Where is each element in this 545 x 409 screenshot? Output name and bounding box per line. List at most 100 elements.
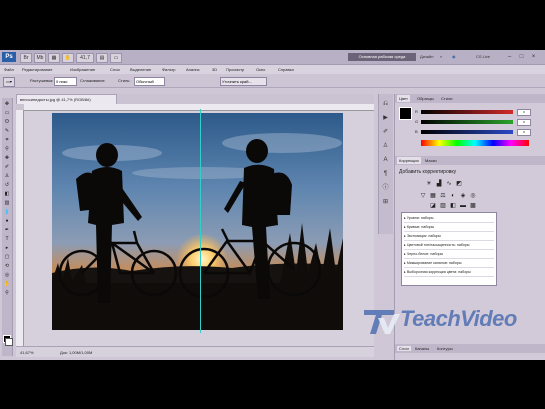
arrange-documents-button[interactable]: ▤ bbox=[96, 53, 108, 63]
3d-rotate-tool-icon[interactable]: ⟲ bbox=[3, 263, 11, 269]
preset-item[interactable]: Уровни: наборы bbox=[404, 215, 494, 223]
paragraph-panel-icon[interactable]: ¶ bbox=[381, 170, 390, 178]
horizontal-ruler[interactable] bbox=[24, 104, 374, 111]
clone-source-panel-icon[interactable]: ♙ bbox=[381, 142, 390, 150]
blur-tool-icon[interactable]: 💧 bbox=[3, 209, 11, 215]
brightness-contrast-icon[interactable]: ☀ bbox=[425, 180, 433, 188]
hand-tool-button[interactable]: ✋ bbox=[62, 53, 74, 63]
exposure-icon[interactable]: ◩ bbox=[455, 180, 463, 188]
menu-3d[interactable]: 3D bbox=[212, 67, 217, 72]
menu-image[interactable]: Изображение bbox=[70, 67, 95, 72]
actions-panel-icon[interactable]: ▶ bbox=[381, 114, 390, 122]
quick-select-tool-icon[interactable]: ✎ bbox=[3, 128, 11, 134]
slider-b-value[interactable]: 0 bbox=[517, 129, 531, 136]
crop-tool-icon[interactable]: ⌗ bbox=[3, 137, 11, 143]
marquee-tool-icon[interactable]: ▭ bbox=[3, 110, 11, 116]
mini-bridge-button[interactable]: Mb bbox=[34, 53, 46, 63]
photo-filter-icon[interactable]: ◈ bbox=[459, 192, 467, 200]
type-tool-icon[interactable]: T bbox=[3, 236, 11, 242]
tab-adjustments[interactable]: Коррекция bbox=[397, 157, 421, 164]
workspace-essentials-button[interactable]: Основная рабочая среда bbox=[348, 53, 416, 61]
path-select-tool-icon[interactable]: ▸ bbox=[3, 245, 11, 251]
history-panel-icon[interactable]: ⎌ bbox=[381, 100, 390, 108]
color-balance-icon[interactable]: ⚖ bbox=[439, 192, 447, 200]
eraser-tool-icon[interactable]: ◧ bbox=[3, 191, 11, 197]
view-extras-button[interactable]: ▦ bbox=[48, 53, 60, 63]
tab-channels[interactable]: Каналы bbox=[413, 346, 431, 351]
tool-preset-picker[interactable]: ▭▾ bbox=[3, 77, 15, 87]
3d-camera-tool-icon[interactable]: ◎ bbox=[3, 272, 11, 278]
workspace-more-button[interactable]: » bbox=[440, 53, 442, 61]
color-panel-foreground-swatch[interactable] bbox=[399, 107, 412, 120]
threshold-icon[interactable]: ◧ bbox=[449, 202, 457, 210]
bicycle-silhouette-photo[interactable] bbox=[52, 113, 343, 330]
tab-swatches[interactable]: Образцы bbox=[415, 96, 436, 101]
document-tab[interactable]: велосипедисты.jpg @ 41,7% (RGB/8#) bbox=[16, 94, 117, 104]
gradient-map-icon[interactable]: ▬ bbox=[459, 202, 467, 210]
move-tool-icon[interactable]: ✥ bbox=[3, 101, 11, 107]
status-document-size[interactable]: Док: 1,00М/1,00М bbox=[60, 350, 92, 355]
hue-saturation-icon[interactable]: ▦ bbox=[429, 192, 437, 200]
screen-mode-button[interactable]: ▭ bbox=[110, 53, 122, 63]
vertical-ruler[interactable] bbox=[16, 110, 24, 346]
character-panel-icon[interactable]: A bbox=[381, 156, 390, 164]
menu-file[interactable]: Файл bbox=[4, 67, 14, 72]
slider-g-value[interactable]: 0 bbox=[517, 119, 531, 126]
antialias-checkbox[interactable]: Сглаживание bbox=[80, 78, 105, 83]
canvas-area[interactable] bbox=[24, 109, 374, 346]
slider-b[interactable] bbox=[421, 130, 513, 134]
maximize-icon[interactable]: □ bbox=[517, 53, 526, 61]
slider-r[interactable] bbox=[421, 110, 513, 114]
menu-view[interactable]: Просмотр bbox=[226, 67, 244, 72]
brush-panel-icon[interactable]: ✐ bbox=[381, 128, 390, 136]
zoom-level-display[interactable]: 41,7 bbox=[76, 53, 94, 63]
close-icon[interactable]: × bbox=[529, 53, 538, 61]
menu-analysis[interactable]: Анализ bbox=[186, 67, 200, 72]
menu-filter[interactable]: Фильтр bbox=[162, 67, 175, 72]
style-select[interactable]: Обычный bbox=[134, 77, 165, 86]
clone-stamp-tool-icon[interactable]: ♙ bbox=[3, 173, 11, 179]
cs-live-label[interactable]: CS Live bbox=[476, 53, 490, 61]
bridge-button[interactable]: Br bbox=[20, 53, 32, 63]
pen-tool-icon[interactable]: ✒ bbox=[3, 227, 11, 233]
tab-paths[interactable]: Контуры bbox=[435, 346, 455, 351]
vibrance-icon[interactable]: ▽ bbox=[419, 192, 427, 200]
feather-input[interactable]: 0 пикс bbox=[54, 77, 77, 86]
preset-item[interactable]: Выборочная коррекция цвета: наборы bbox=[404, 269, 494, 277]
preset-item[interactable]: Цветовой тон/насыщенность: наборы bbox=[404, 242, 494, 250]
vertical-guide-line[interactable] bbox=[200, 109, 201, 333]
menu-window[interactable]: Окно bbox=[256, 67, 265, 72]
menu-layers[interactable]: Слои bbox=[110, 67, 120, 72]
status-zoom[interactable]: 41,67% bbox=[20, 350, 34, 355]
preset-item[interactable]: Микширование каналов: наборы bbox=[404, 260, 494, 268]
background-color-swatch[interactable] bbox=[5, 338, 13, 346]
selective-color-icon[interactable]: ▩ bbox=[469, 202, 477, 210]
eyedropper-tool-icon[interactable]: ⚲ bbox=[3, 146, 11, 152]
posterize-icon[interactable]: ▨ bbox=[439, 202, 447, 210]
workspace-design-button[interactable]: Дизайн bbox=[420, 53, 433, 61]
levels-icon[interactable]: ▟ bbox=[435, 180, 443, 188]
preset-item[interactable]: Экспозиция: наборы bbox=[404, 233, 494, 241]
hand-tool-icon[interactable]: ✋ bbox=[3, 281, 11, 287]
healing-brush-tool-icon[interactable]: ✚ bbox=[3, 155, 11, 161]
menu-edit[interactable]: Редактирование bbox=[22, 67, 52, 72]
history-brush-tool-icon[interactable]: ↺ bbox=[3, 182, 11, 188]
menu-help[interactable]: Справка bbox=[278, 67, 294, 72]
slider-r-value[interactable]: 0 bbox=[517, 109, 531, 116]
curves-icon[interactable]: ∿ bbox=[445, 180, 453, 188]
tab-masks[interactable]: Маски bbox=[423, 158, 439, 163]
color-spectrum-bar[interactable] bbox=[421, 140, 529, 146]
brush-tool-icon[interactable]: ✐ bbox=[3, 164, 11, 170]
tab-styles[interactable]: Стили bbox=[439, 96, 455, 101]
tab-layers[interactable]: Слои bbox=[397, 346, 411, 351]
navigator-panel-icon[interactable]: ⊞ bbox=[381, 198, 390, 206]
menu-select[interactable]: Выделение bbox=[130, 67, 151, 72]
channel-mixer-icon[interactable]: ◎ bbox=[469, 192, 477, 200]
black-white-icon[interactable]: ◐ bbox=[449, 192, 457, 200]
cs-live-icon[interactable]: ◉ bbox=[452, 53, 456, 61]
shape-tool-icon[interactable]: ▢ bbox=[3, 254, 11, 260]
lasso-tool-icon[interactable]: ʘ bbox=[3, 119, 11, 125]
dodge-tool-icon[interactable]: ● bbox=[3, 218, 11, 224]
refine-edge-button[interactable]: Уточнить край... bbox=[220, 77, 267, 86]
minimize-icon[interactable]: – bbox=[505, 53, 514, 61]
